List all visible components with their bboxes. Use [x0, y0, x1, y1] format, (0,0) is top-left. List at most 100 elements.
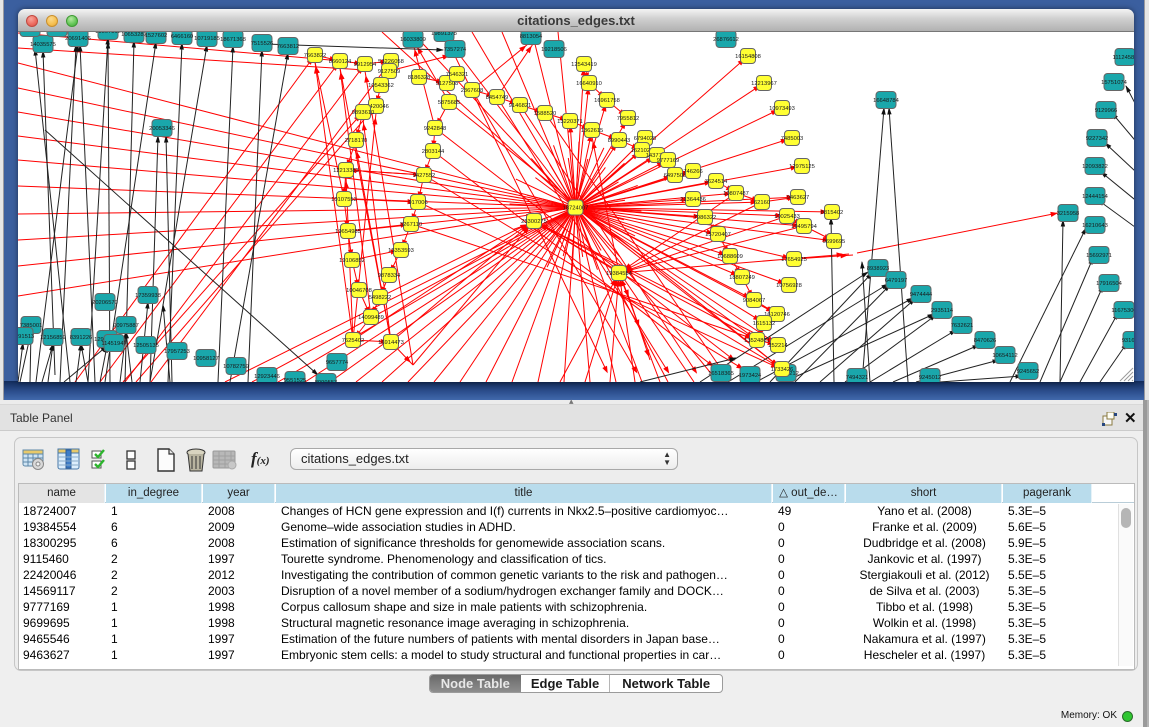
- svg-text:90975887: 90975887: [113, 323, 139, 329]
- svg-text:9245012: 9245012: [919, 375, 942, 381]
- svg-text:11451947: 11451947: [101, 341, 126, 347]
- svg-text:9657774: 9657774: [326, 360, 349, 366]
- svg-text:25300275: 25300275: [521, 219, 547, 225]
- svg-text:14035575: 14035575: [30, 42, 56, 48]
- svg-text:9129966: 9129966: [1095, 108, 1118, 114]
- svg-text:21364436: 21364436: [680, 197, 706, 203]
- svg-text:19495794: 19495794: [791, 224, 818, 230]
- svg-text:5875685: 5875685: [438, 100, 461, 106]
- svg-text:10807487: 10807487: [723, 191, 749, 197]
- svg-text:7485003: 7485003: [781, 136, 804, 142]
- svg-text:7632621: 7632621: [951, 323, 974, 329]
- svg-text:9242848: 9242848: [424, 126, 447, 132]
- svg-text:12505135: 12505135: [133, 343, 159, 349]
- svg-text:8099553: 8099553: [315, 380, 338, 382]
- svg-text:16640910: 16640910: [576, 81, 602, 87]
- svg-text:8391226: 8391226: [70, 335, 93, 341]
- svg-text:2935114: 2935114: [931, 308, 954, 314]
- svg-text:12156859: 12156859: [40, 335, 66, 341]
- svg-text:8938923: 8938923: [867, 266, 890, 272]
- svg-text:1733426: 1733426: [771, 367, 794, 373]
- svg-text:9391513: 9391513: [18, 334, 34, 340]
- svg-text:12923446: 12923446: [254, 374, 280, 380]
- svg-text:10543362: 10543362: [368, 83, 394, 89]
- svg-text:11124580: 11124580: [1113, 55, 1134, 61]
- svg-text:8470626: 8470626: [974, 338, 997, 344]
- svg-text:5498222: 5498222: [369, 295, 392, 301]
- svg-text:8813054: 8813054: [520, 34, 543, 40]
- svg-text:746266: 746266: [683, 169, 702, 175]
- svg-text:14099489: 14099489: [358, 315, 384, 321]
- svg-text:6479197: 6479197: [885, 278, 908, 284]
- svg-text:26876612: 26876612: [713, 37, 739, 43]
- svg-text:10025433: 10025433: [774, 214, 800, 220]
- svg-text:10046708: 10046708: [346, 288, 372, 294]
- svg-text:62160: 62160: [754, 200, 770, 206]
- svg-text:8990443: 8990443: [608, 138, 631, 144]
- svg-text:3624514: 3624514: [705, 179, 728, 185]
- svg-text:13220371: 13220371: [557, 119, 583, 125]
- svg-text:12975125: 12975125: [789, 164, 815, 170]
- svg-text:1973424: 1973424: [739, 373, 762, 379]
- svg-text:10654112: 10654112: [992, 353, 1017, 359]
- svg-text:2367608: 2367608: [461, 88, 484, 94]
- svg-text:13524861: 13524861: [744, 338, 770, 344]
- svg-text:16033809: 16033809: [400, 37, 426, 43]
- svg-text:9912954: 9912954: [354, 62, 377, 68]
- svg-text:7955812: 7955812: [617, 116, 640, 122]
- svg-text:9551525: 9551525: [284, 378, 307, 382]
- svg-text:18724007: 18724007: [563, 205, 589, 211]
- svg-text:20691406: 20691406: [65, 36, 91, 42]
- svg-text:17654925: 17654925: [781, 257, 807, 263]
- svg-text:16914473: 16914473: [378, 340, 404, 346]
- svg-text:20053346: 20053346: [149, 126, 175, 132]
- svg-text:9127509: 9127509: [378, 69, 401, 75]
- svg-text:15720407: 15720407: [705, 232, 731, 238]
- svg-text:9146821: 9146821: [509, 103, 532, 109]
- svg-text:16154808: 16154808: [735, 54, 761, 60]
- svg-text:8186328: 8186328: [408, 75, 431, 81]
- svg-text:2803144: 2803144: [422, 149, 445, 155]
- svg-text:9227342: 9227342: [1086, 136, 1109, 142]
- svg-text:10958127: 10958127: [193, 356, 219, 362]
- svg-text:9777169: 9777169: [657, 158, 680, 164]
- svg-text:7625402: 7625402: [342, 338, 365, 344]
- svg-text:17359938: 17359938: [135, 293, 161, 299]
- svg-text:19567312: 19567312: [95, 32, 121, 35]
- svg-text:2718170: 2718170: [345, 138, 368, 144]
- svg-text:15692971: 15692971: [1086, 253, 1112, 259]
- svg-text:7663812: 7663812: [277, 44, 300, 50]
- svg-text:252214: 252214: [768, 343, 788, 349]
- svg-text:12093822: 12093822: [1082, 164, 1108, 170]
- svg-text:10782759: 10782759: [223, 364, 249, 370]
- svg-text:8454749: 8454749: [486, 95, 509, 101]
- svg-text:6466160: 6466160: [171, 34, 194, 40]
- svg-text:1527602: 1527602: [145, 33, 168, 39]
- svg-text:9245652: 9245652: [1017, 369, 1040, 375]
- svg-text:16961758: 16961758: [594, 98, 620, 104]
- svg-text:12543419: 12543419: [571, 62, 597, 68]
- svg-text:17957253: 17957253: [164, 349, 190, 355]
- svg-text:9893610: 9893610: [352, 110, 375, 116]
- svg-text:9463627: 9463627: [787, 195, 810, 201]
- svg-text:10756928: 10756928: [776, 283, 802, 289]
- svg-text:9427552: 9427552: [413, 173, 436, 179]
- svg-text:19891378: 19891378: [431, 32, 457, 37]
- svg-text:7663822: 7663822: [304, 53, 327, 59]
- svg-text:15353593: 15353593: [388, 248, 414, 254]
- svg-text:3215958: 3215958: [1057, 211, 1080, 217]
- svg-text:12444154: 12444154: [1082, 194, 1109, 200]
- svg-text:10107553: 10107553: [331, 197, 357, 203]
- svg-text:12213967: 12213967: [751, 81, 777, 87]
- svg-text:11675300: 11675300: [1111, 308, 1134, 314]
- svg-text:1615132: 1615132: [753, 321, 776, 327]
- svg-text:1362615: 1362615: [581, 128, 604, 134]
- svg-text:16518365: 16518365: [708, 371, 734, 377]
- svg-text:18671368: 18671368: [220, 37, 246, 43]
- svg-text:6794028: 6794028: [634, 136, 657, 142]
- svg-text:7986322: 7986322: [694, 215, 717, 221]
- svg-text:9878334: 9878334: [378, 273, 401, 279]
- svg-text:10973493: 10973493: [769, 106, 795, 112]
- svg-text:9084067: 9084067: [743, 298, 766, 304]
- svg-text:16210643: 16210643: [1082, 223, 1108, 229]
